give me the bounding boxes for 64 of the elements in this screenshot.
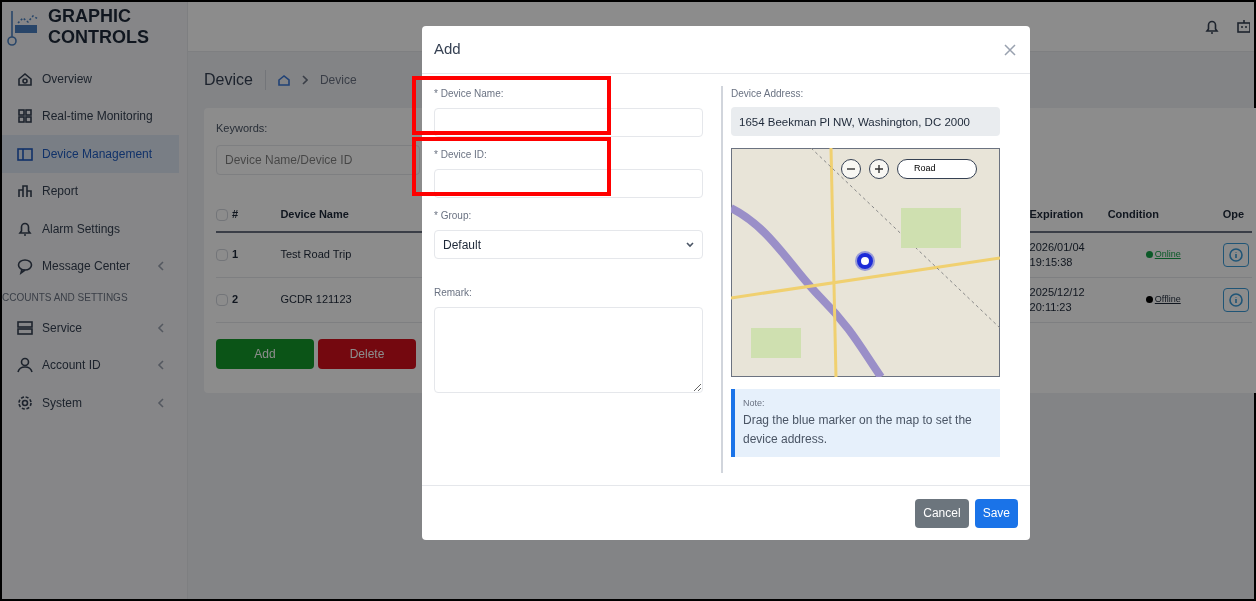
checkbox[interactable] xyxy=(216,293,228,306)
table-cell-text: 1 xyxy=(232,247,239,263)
checkbox[interactable] xyxy=(216,248,228,261)
address-field[interactable]: 1654 Beekman Pl NW, Washington, DC 2000 xyxy=(731,107,1000,136)
action-button[interactable]: Delete xyxy=(318,338,416,369)
table-cell: Test Road Trip xyxy=(280,248,352,261)
column-header: # xyxy=(232,207,239,223)
sidebar-item[interactable]: Alarm Settings xyxy=(2,210,179,248)
close-button[interactable] xyxy=(1002,41,1018,58)
checkbox[interactable] xyxy=(216,208,228,221)
info-button[interactable] xyxy=(1222,287,1249,312)
field-label: * Device Name: xyxy=(434,87,505,98)
keyword-search-field[interactable]: Device Name/Device ID xyxy=(216,144,420,175)
chevron-right-icon xyxy=(301,75,308,85)
status-text: Online xyxy=(1154,247,1181,261)
home-icon xyxy=(277,74,290,86)
column-header: Expiration xyxy=(1029,207,1084,223)
note-title: Note: xyxy=(743,397,766,410)
breadcrumb-link[interactable]: Device xyxy=(319,71,357,89)
field-label: Device Address: xyxy=(731,87,805,101)
field-label: Keywords: xyxy=(216,121,268,136)
chat-icon xyxy=(16,257,34,276)
sidebar-item[interactable]: Overview xyxy=(2,60,179,98)
save-button[interactable]: Save xyxy=(974,498,1018,528)
info-icon xyxy=(1228,247,1243,262)
page-title: Device xyxy=(204,70,253,90)
user-icon xyxy=(16,356,34,375)
sidebar-item[interactable]: System xyxy=(2,384,179,422)
cancel-button[interactable]: Cancel xyxy=(915,498,969,528)
text-input-field[interactable] xyxy=(434,169,703,198)
sidebar-item[interactable]: Account ID xyxy=(2,346,179,384)
chevron-down-icon xyxy=(686,241,694,248)
dialog-title: Add xyxy=(434,39,461,60)
robot-icon xyxy=(1236,17,1250,36)
status-text: Offline xyxy=(1154,292,1181,306)
column-header: Device Name xyxy=(280,207,349,223)
text-input-field[interactable] xyxy=(434,108,703,137)
table-cell: GCDR 121123 xyxy=(280,293,352,306)
server-icon xyxy=(16,318,34,337)
column-header: Ope xyxy=(1222,207,1245,223)
table-cell-text: 2025/12/12 20:11:23 xyxy=(1029,284,1086,315)
plus-icon xyxy=(874,164,884,174)
column-header: Condition xyxy=(1107,207,1159,223)
settings-icon xyxy=(16,393,34,412)
field-label: * Device ID: xyxy=(434,148,488,159)
table-cell-text: 2 xyxy=(232,292,239,308)
grid-icon xyxy=(16,107,34,126)
sidebar-item[interactable]: Message Center xyxy=(2,247,179,285)
sidebar-item[interactable]: Service xyxy=(2,309,179,347)
sidebar-item[interactable]: Device Management xyxy=(2,135,179,173)
note-text: Drag the blue marker on the map to set the device address. xyxy=(743,411,973,448)
map-style-button[interactable]: Road xyxy=(897,159,977,179)
field-label: Remark: xyxy=(434,286,473,297)
sidebar-item[interactable]: Report xyxy=(2,172,179,210)
info-icon xyxy=(1228,292,1243,307)
info-button[interactable] xyxy=(1222,242,1249,267)
field-label: * Group: xyxy=(434,209,473,220)
brand-name-line: CONTROLS xyxy=(48,27,149,48)
section-heading: CCOUNTS AND SETTINGS xyxy=(2,290,129,305)
brand-name-line: GRAPHIC xyxy=(48,6,132,27)
sidebar-item[interactable]: Real-time Monitoring xyxy=(2,97,179,135)
table-cell-text: 2026/01/04 19:15:38 xyxy=(1029,239,1086,270)
action-button[interactable]: Add xyxy=(216,338,314,369)
group-dropdown[interactable]: Default xyxy=(434,230,703,259)
